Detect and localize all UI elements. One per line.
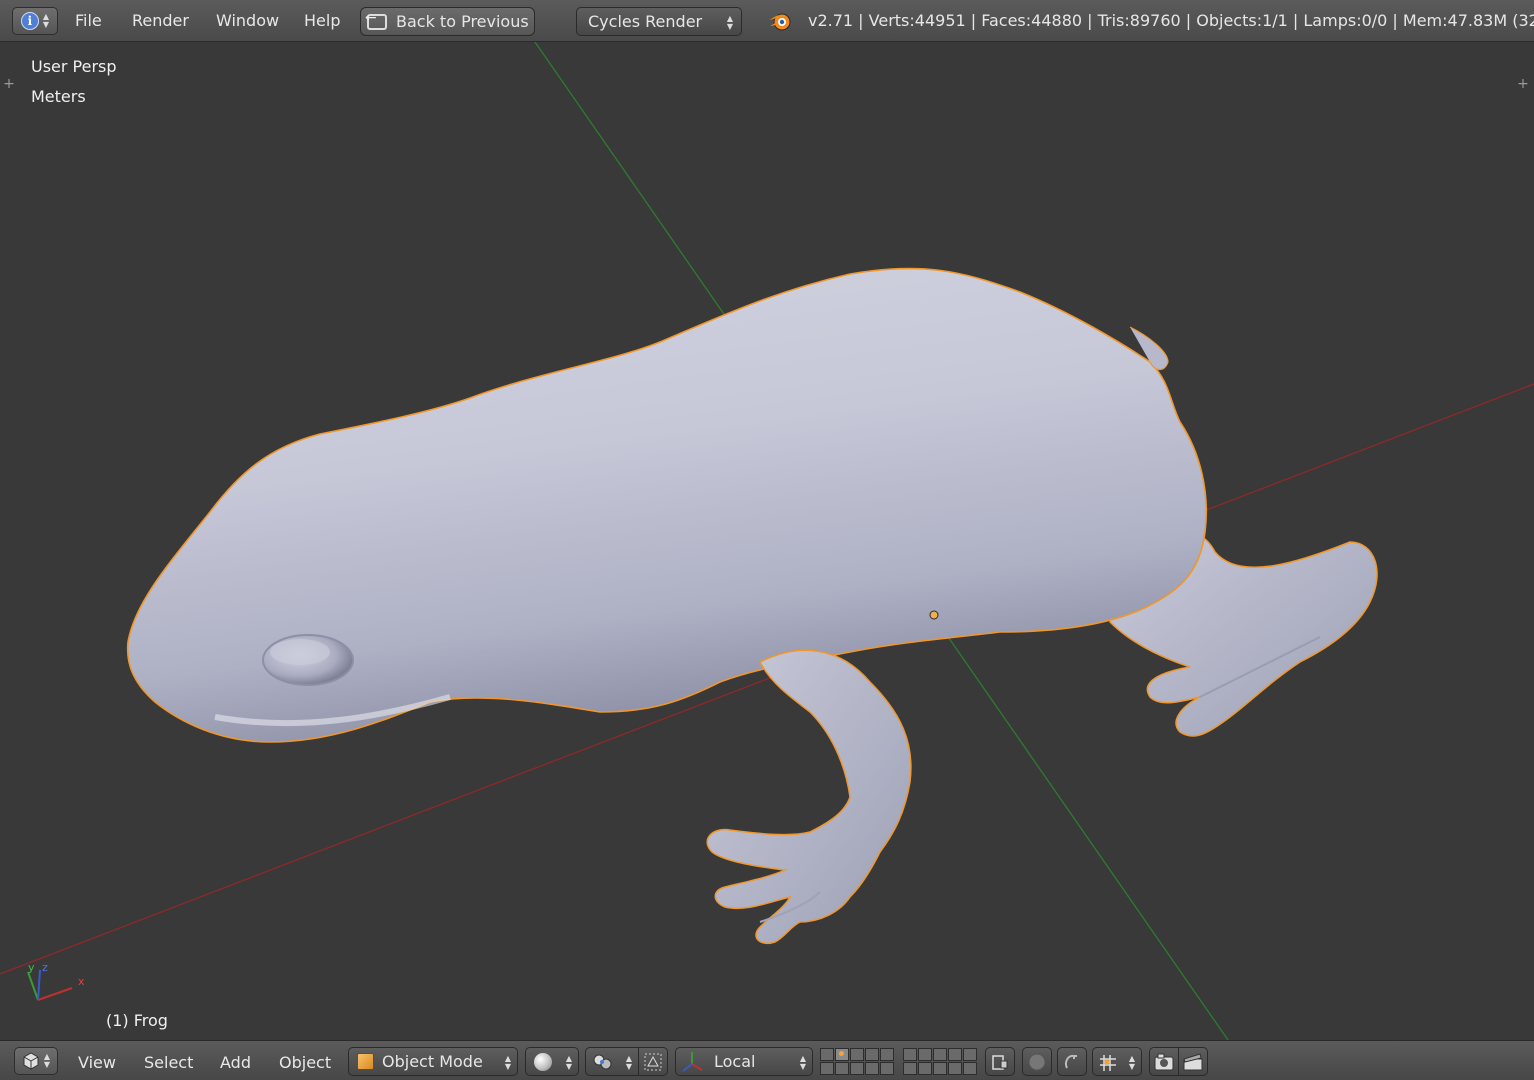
layer-button[interactable]: [820, 1048, 834, 1061]
proportional-editing-button[interactable]: [1022, 1047, 1052, 1076]
manipulator-icon: [644, 1053, 662, 1071]
viewport-shading-select[interactable]: ▲ ▼: [525, 1047, 579, 1076]
transform-orientation-icon: [682, 1051, 703, 1072]
lock-layers-button[interactable]: [985, 1047, 1015, 1076]
layer-button[interactable]: [963, 1048, 977, 1061]
layer-button[interactable]: [880, 1062, 894, 1075]
back-to-previous-button[interactable]: Back to Previous: [360, 7, 535, 36]
layer-button-active[interactable]: [835, 1048, 849, 1061]
render-still-button[interactable]: [1149, 1047, 1179, 1076]
pivot-point-select[interactable]: ▲ ▼: [585, 1047, 639, 1076]
blender-logo-icon: [769, 13, 791, 31]
updown-arrows-icon: ▲ ▼: [42, 12, 50, 29]
menu-window[interactable]: Window: [216, 11, 279, 30]
info-icon: i: [20, 12, 39, 30]
scene-canvas: [0, 42, 1534, 1040]
3d-viewport[interactable]: x y z User Persp Meters (1) Frog + +: [0, 42, 1534, 1040]
units-label: Meters: [31, 87, 86, 106]
layer-button[interactable]: [850, 1048, 864, 1061]
snap-toggle-button[interactable]: [1057, 1047, 1087, 1076]
scene-layers-group-1[interactable]: [820, 1048, 894, 1075]
active-object-label: (1) Frog: [106, 1011, 168, 1030]
gizmo-z-label: z: [42, 961, 48, 974]
layer-button[interactable]: [933, 1048, 947, 1061]
lock-layers-icon: [992, 1054, 1008, 1070]
updown-arrows-icon: ▲ ▼: [726, 14, 733, 31]
layer-button[interactable]: [820, 1062, 834, 1075]
animation-render-icon: [1183, 1052, 1203, 1070]
properties-expand-icon[interactable]: +: [1516, 75, 1530, 93]
object-mode-icon: [357, 1053, 374, 1070]
scene-stats: v2.71 | Verts:44951 | Faces:44880 | Tris…: [808, 11, 1534, 30]
updown-arrows-icon: ▲ ▼: [43, 1052, 51, 1069]
menu-add[interactable]: Add: [220, 1053, 251, 1072]
interaction-mode-select[interactable]: Object Mode ▲ ▼: [348, 1047, 518, 1076]
interaction-mode-value: Object Mode: [382, 1052, 483, 1071]
axis-gizmo: [27, 969, 73, 1001]
toolshelf-expand-icon[interactable]: +: [2, 75, 16, 93]
back-to-previous-label: Back to Previous: [396, 12, 529, 31]
gizmo-y-label: y: [28, 961, 35, 974]
layer-button[interactable]: [918, 1062, 932, 1075]
updown-arrows-icon: ▲ ▼: [504, 1054, 511, 1071]
snap-element-select[interactable]: ▲ ▼: [1092, 1047, 1142, 1076]
layer-button[interactable]: [835, 1062, 849, 1075]
render-icon: [1154, 1053, 1174, 1070]
updown-arrows-icon: ▲ ▼: [565, 1054, 572, 1071]
3d-view-cube-icon: [23, 1052, 39, 1070]
layer-button[interactable]: [918, 1048, 932, 1061]
layer-button[interactable]: [903, 1048, 917, 1061]
updown-arrows-icon: ▲ ▼: [799, 1054, 806, 1071]
layer-button[interactable]: [903, 1062, 917, 1075]
snap-element-icon: [1100, 1055, 1116, 1071]
view-name-label: User Persp: [31, 57, 117, 76]
render-engine-select[interactable]: Cycles Render ▲ ▼: [576, 7, 742, 36]
gizmo-x-label: x: [78, 975, 85, 988]
transform-orientation-value: Local: [714, 1052, 756, 1071]
menu-file[interactable]: File: [75, 11, 102, 30]
menu-select[interactable]: Select: [144, 1053, 193, 1072]
render-animation-button[interactable]: [1178, 1047, 1208, 1076]
3d-view-header: ▲ ▼ View Select Add Object Object Mode ▲ ▼…: [0, 1040, 1534, 1080]
updown-arrows-icon: ▲ ▼: [1128, 1054, 1135, 1071]
menu-render[interactable]: Render: [132, 11, 189, 30]
proportional-editing-icon: [1028, 1053, 1046, 1070]
layer-button[interactable]: [948, 1062, 962, 1075]
scene-layers-group-2[interactable]: [903, 1048, 977, 1075]
updown-arrows-icon: ▲ ▼: [625, 1054, 632, 1071]
layer-button[interactable]: [948, 1048, 962, 1061]
info-header: i ▲▼ File Render Window Help Back to Pre…: [0, 0, 1534, 42]
back-arrow-icon: [365, 10, 387, 30]
blender-window: i ▲▼ File Render Window Help Back to Pre…: [0, 0, 1534, 1080]
render-engine-value: Cycles Render: [588, 12, 703, 31]
editor-type-button[interactable]: i ▲ ▼: [12, 7, 58, 35]
layer-button[interactable]: [850, 1062, 864, 1075]
layer-button[interactable]: [865, 1048, 879, 1061]
layer-button[interactable]: [880, 1048, 894, 1061]
transform-orientation-select[interactable]: Local ▲ ▼: [675, 1047, 813, 1076]
snap-icon: [1064, 1054, 1077, 1068]
layer-button[interactable]: [865, 1062, 879, 1075]
manipulator-toggle[interactable]: [638, 1047, 668, 1076]
viewport-shading-solid-icon: [534, 1053, 552, 1071]
menu-help[interactable]: Help: [304, 11, 340, 30]
layer-button[interactable]: [963, 1062, 977, 1075]
pivot-point-icon: [593, 1054, 612, 1070]
editor-type-button[interactable]: ▲ ▼: [14, 1047, 58, 1075]
frog-mesh[interactable]: [126, 267, 1378, 944]
layer-button[interactable]: [933, 1062, 947, 1075]
menu-object[interactable]: Object: [279, 1053, 331, 1072]
menu-view[interactable]: View: [78, 1053, 116, 1072]
